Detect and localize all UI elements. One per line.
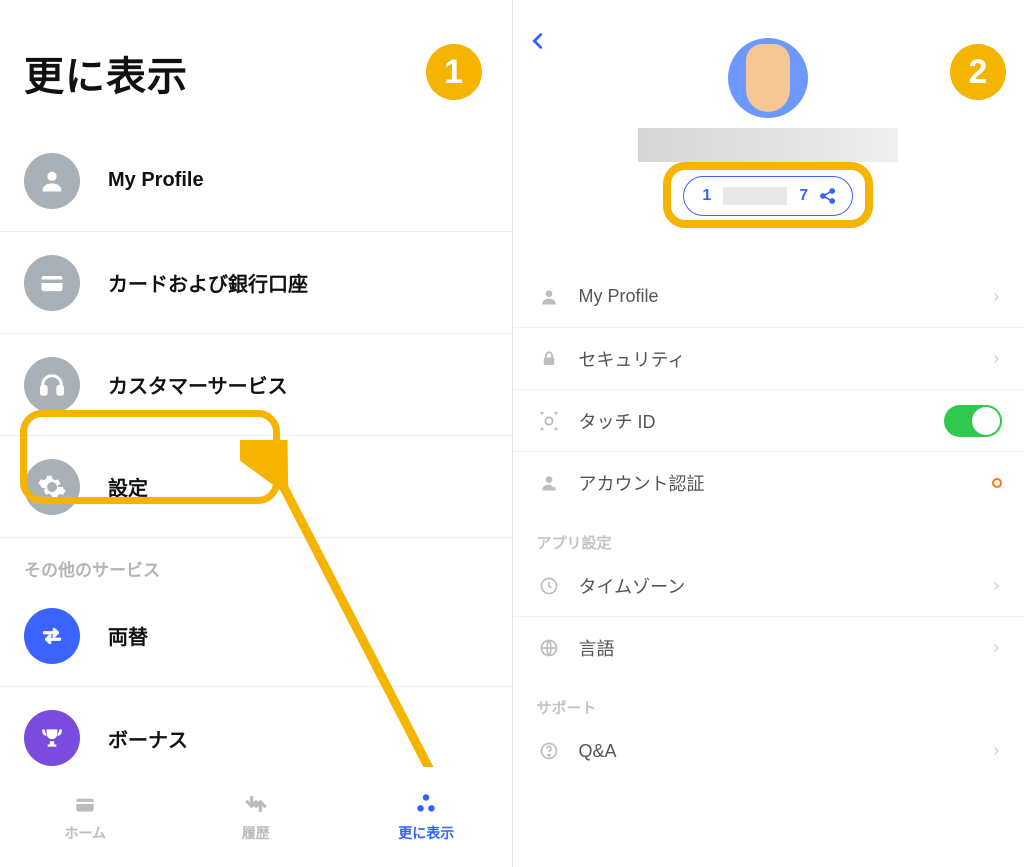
more-icon xyxy=(411,791,441,817)
more-menu-list: My Profile カードおよび銀行口座 カスタマーサービス 設定 xyxy=(0,130,512,538)
tab-label: 更に表示 xyxy=(398,823,454,843)
settings-item-label: Q&A xyxy=(579,741,991,762)
verify-icon xyxy=(537,471,561,495)
chevron-right-icon xyxy=(990,578,1002,594)
annotation-highlight-id xyxy=(663,162,873,228)
tab-label: ホーム xyxy=(64,823,106,843)
globe-icon xyxy=(537,636,561,660)
lock-icon xyxy=(537,347,561,371)
person-icon xyxy=(24,153,80,209)
touch-id-toggle[interactable] xyxy=(944,405,1002,437)
avatar[interactable] xyxy=(728,38,808,118)
bottom-tab-bar: ホーム 履歴 更に表示 xyxy=(0,767,512,867)
menu-item-label: 設定 xyxy=(108,472,148,501)
profile-header: 1 7 xyxy=(513,0,1024,216)
menu-item-label: カードおよび銀行口座 xyxy=(108,268,308,297)
settings-item-label: タッチ ID xyxy=(579,408,945,434)
pane-more: 更に表示 1 My Profile カードおよび銀行口座 カスタマーサービス xyxy=(0,0,512,867)
menu-item-settings[interactable]: 設定 xyxy=(0,436,512,538)
settings-list: My Profile セキュリティ タッチ ID アカウント認証 アプリ設定 xyxy=(513,266,1024,782)
tab-label: 履歴 xyxy=(242,823,270,843)
headphones-icon xyxy=(24,357,80,413)
chevron-right-icon xyxy=(990,640,1002,656)
fingerprint-icon xyxy=(537,409,561,433)
menu-item-cards-bank[interactable]: カードおよび銀行口座 xyxy=(0,232,512,334)
pane-settings: 2 1 7 My Profile セキュリテ xyxy=(513,0,1024,867)
chevron-right-icon xyxy=(990,743,1002,759)
section-header-other: その他のサービス xyxy=(0,538,512,585)
settings-item-qa[interactable]: Q&A xyxy=(513,720,1024,782)
menu-item-label: 両替 xyxy=(108,621,148,650)
history-icon xyxy=(241,791,271,817)
annotation-badge-1: 1 xyxy=(426,44,482,100)
menu-item-label: My Profile xyxy=(108,169,204,192)
settings-item-timezone[interactable]: タイムゾーン xyxy=(513,555,1024,617)
tab-more[interactable]: 更に表示 xyxy=(341,767,512,867)
settings-item-label: My Profile xyxy=(579,286,991,307)
home-icon xyxy=(70,791,100,817)
settings-item-touch-id[interactable]: タッチ ID xyxy=(513,390,1024,452)
chevron-right-icon xyxy=(990,289,1002,305)
settings-item-language[interactable]: 言語 xyxy=(513,617,1024,679)
person-icon xyxy=(537,285,561,309)
settings-item-label: タイムゾーン xyxy=(579,573,991,599)
settings-item-account-verification[interactable]: アカウント認証 xyxy=(513,452,1024,514)
menu-item-label: カスタマーサービス xyxy=(108,370,288,399)
settings-item-security[interactable]: セキュリティ xyxy=(513,328,1024,390)
wallet-icon xyxy=(24,255,80,311)
menu-item-label: ボーナス xyxy=(108,724,188,753)
settings-item-my-profile[interactable]: My Profile xyxy=(513,266,1024,328)
menu-item-my-profile[interactable]: My Profile xyxy=(0,130,512,232)
alert-indicator xyxy=(992,478,1002,488)
section-header-support: サポート xyxy=(513,679,1024,720)
menu-item-customer-service[interactable]: カスタマーサービス xyxy=(0,334,512,436)
settings-item-label: 言語 xyxy=(579,635,991,661)
section-header-app-settings: アプリ設定 xyxy=(513,514,1024,555)
trophy-icon xyxy=(24,710,80,766)
username-redacted xyxy=(638,128,898,162)
swap-icon xyxy=(24,608,80,664)
tab-history[interactable]: 履歴 xyxy=(171,767,342,867)
help-icon xyxy=(537,739,561,763)
settings-item-label: セキュリティ xyxy=(579,346,991,372)
gear-icon xyxy=(24,459,80,515)
settings-item-label: アカウント認証 xyxy=(579,470,993,496)
clock-icon xyxy=(537,574,561,598)
chevron-right-icon xyxy=(990,351,1002,367)
menu-item-exchange[interactable]: 両替 xyxy=(0,585,512,687)
tab-home[interactable]: ホーム xyxy=(0,767,171,867)
